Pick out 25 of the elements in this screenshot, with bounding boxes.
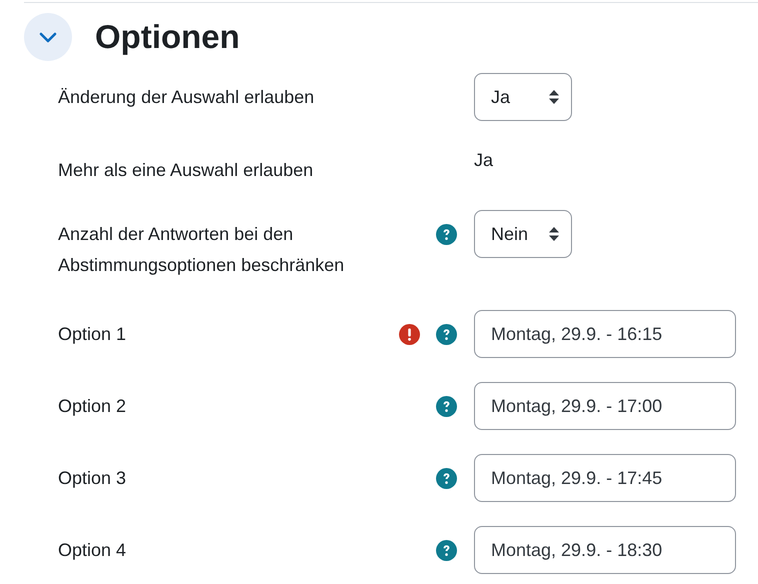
help-icon[interactable] (436, 324, 457, 345)
field-label: Mehr als eine Auswahl erlauben (58, 159, 314, 182)
error-icon (399, 324, 420, 345)
field-label: Änderung der Auswahl erlauben (58, 86, 316, 109)
help-icon[interactable] (436, 468, 457, 489)
chevron-icon (39, 32, 57, 42)
sort-arrows-icon (549, 227, 559, 241)
help-icon[interactable] (436, 396, 457, 417)
select-field[interactable]: Nein (474, 210, 572, 258)
select-field[interactable]: Ja (474, 73, 572, 121)
date-field[interactable]: Montag, 29.9. - 16:15 (474, 310, 736, 358)
collapse-toggle[interactable] (24, 13, 72, 61)
sort-arrows-icon (549, 90, 559, 104)
field-label: Option 1 (58, 323, 128, 346)
date-field[interactable]: Montag, 29.9. - 17:00 (474, 382, 736, 430)
static-value: Ja (474, 149, 494, 172)
field-label: Option 3 (58, 467, 128, 490)
field-label: Option 2 (58, 395, 128, 418)
section-title: Optionen (95, 17, 240, 57)
date-field[interactable]: Montag, 29.9. - 17:45 (474, 454, 736, 502)
help-icon[interactable] (436, 540, 457, 561)
field-label: Anzahl der Antworten bei den Abstimmungsoptionen beschränken (58, 223, 346, 277)
help-icon[interactable] (436, 224, 457, 245)
field-label: Option 4 (58, 539, 128, 562)
date-field[interactable]: Montag, 29.9. - 18:30 (474, 526, 736, 574)
